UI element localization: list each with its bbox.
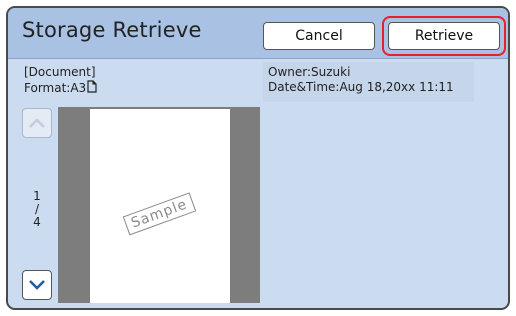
page-title: Storage Retrieve — [22, 18, 202, 42]
preview-page: Sample — [90, 109, 230, 303]
total-pages: 4 — [33, 215, 41, 229]
owner-datetime-panel: Owner:Suzuki Date&Time:Aug 18,20xx 11:11 — [263, 62, 474, 102]
portrait-page-icon — [87, 80, 97, 97]
cancel-button[interactable]: Cancel — [263, 22, 375, 50]
format-row: Format:A3 — [24, 80, 97, 97]
page-down-button[interactable] — [22, 270, 52, 300]
page-navigation: 1 / 4 — [22, 108, 52, 302]
page-up-button[interactable] — [22, 108, 52, 138]
datetime-label: Date&Time:Aug 18,20xx 11:11 — [268, 80, 454, 94]
page-indicator: 1 / 4 — [22, 190, 52, 229]
document-preview: Sample — [58, 107, 260, 303]
format-label: Format:A3 — [24, 81, 87, 95]
header-bar: Storage Retrieve Cancel Retrieve — [8, 8, 508, 59]
document-type-label: [Document] — [24, 65, 96, 79]
retrieve-highlight-frame — [382, 16, 506, 56]
storage-retrieve-screen: Storage Retrieve Cancel Retrieve [Docume… — [6, 6, 510, 310]
owner-label: Owner:Suzuki — [268, 65, 351, 79]
chevron-up-icon — [28, 114, 46, 133]
chevron-down-icon — [28, 276, 46, 295]
sample-stamp: Sample — [122, 192, 196, 236]
document-info: [Document] Format:A3 — [24, 65, 97, 97]
